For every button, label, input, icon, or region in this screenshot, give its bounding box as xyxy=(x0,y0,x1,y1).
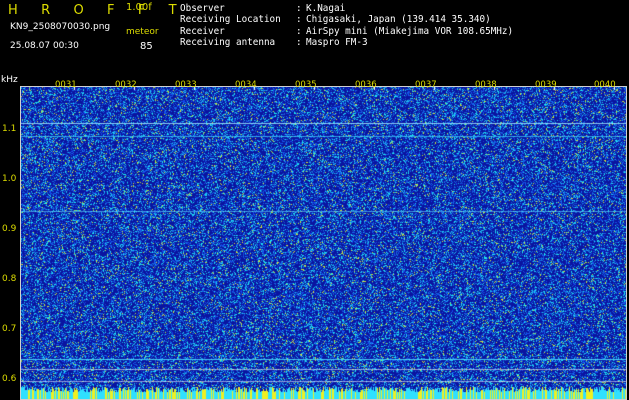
x-tick-label: 0037 xyxy=(415,80,437,90)
info-value-antenna: Maspro FM-3 xyxy=(306,37,368,48)
app-title: H R O F F T xyxy=(8,3,187,18)
y-tick-label: 1.1 xyxy=(2,124,17,134)
info-value-observer: K.Nagai xyxy=(306,3,346,14)
y-tick-label: 0.7 xyxy=(2,324,17,334)
info-value-receiver: AirSpy mini (Miakejima VOR 108.65MHz) xyxy=(306,26,514,37)
meteor-count: 85 xyxy=(140,41,153,52)
info-key-observer: Observer xyxy=(180,3,225,14)
y-tick-label: 0.8 xyxy=(2,274,17,284)
x-tick-label: 0036 xyxy=(355,80,377,90)
info-value-location: Chigasaki, Japan (139.414 35.340) xyxy=(306,14,491,25)
x-tick-label: 0038 xyxy=(475,80,497,90)
info-key-location: Receiving Location xyxy=(180,14,281,25)
file-name: KN9_2508070030.png xyxy=(10,22,111,32)
info-separator: : xyxy=(296,37,302,48)
info-separator: : xyxy=(296,26,302,37)
app-version: 1.00f xyxy=(126,2,152,13)
y-tick-label: 0.6 xyxy=(2,374,17,384)
info-separator: : xyxy=(296,3,302,14)
info-key-antenna: Receiving antenna xyxy=(180,37,276,48)
spectrogram-plot xyxy=(20,86,627,400)
x-tick-label: 0034 xyxy=(235,80,257,90)
x-tick-label: 0031 xyxy=(55,80,77,90)
y-tick-label: 0.9 xyxy=(2,224,17,234)
x-tick-label: 0033 xyxy=(175,80,197,90)
y-axis-unit: kHz xyxy=(1,75,18,85)
x-tick-label: 0035 xyxy=(295,80,317,90)
hrofft-window: H R O F F T 1.00f KN9_2508070030.png met… xyxy=(0,0,629,400)
x-tick-label: 0039 xyxy=(535,80,557,90)
y-tick-label: 1.0 xyxy=(2,174,17,184)
info-key-receiver: Receiver xyxy=(180,26,225,37)
timestamp: 25.08.07 00:30 xyxy=(10,41,79,51)
meteor-label: meteor xyxy=(126,27,159,37)
info-separator: : xyxy=(296,14,302,25)
x-tick-label: 0032 xyxy=(115,80,137,90)
x-tick-label: 0040 xyxy=(594,80,616,90)
